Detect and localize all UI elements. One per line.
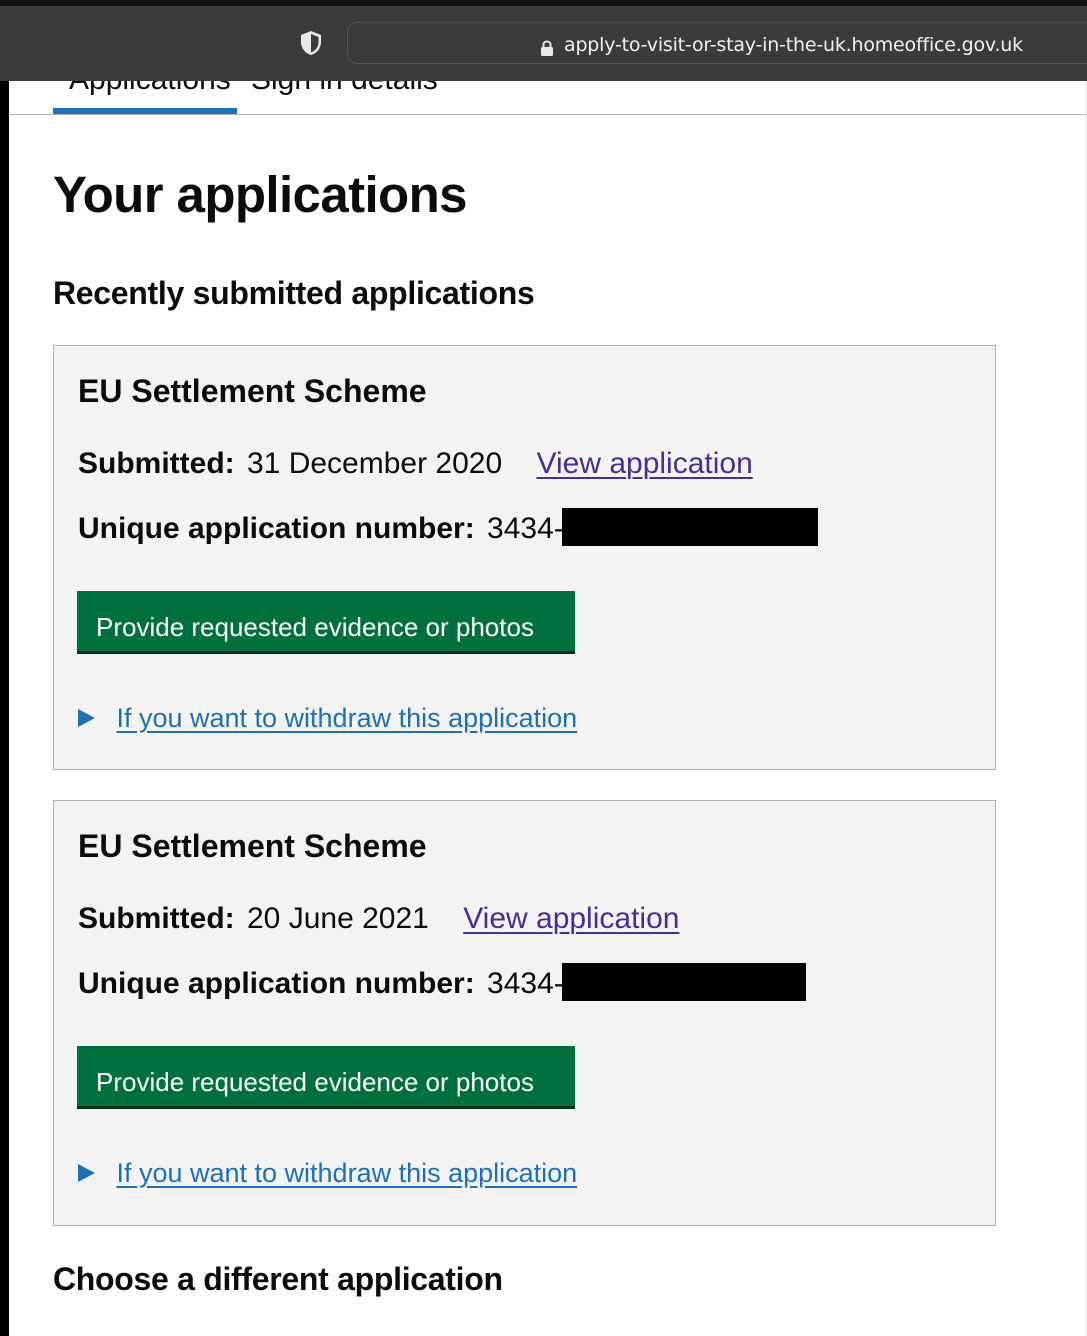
- view-application-link[interactable]: View application: [463, 902, 679, 935]
- account-tabs: Applications Sign in details: [9, 81, 1087, 115]
- redaction-block: [561, 508, 818, 546]
- browser-toolbar: apply-to-visit-or-stay-in-the-uk.homeoff…: [0, 0, 1087, 81]
- choose-application-heading: Choose a different application: [53, 1261, 503, 1297]
- provide-evidence-button[interactable]: Provide requested evidence or photos: [77, 1046, 575, 1106]
- application-title: EU Settlement Scheme: [78, 828, 427, 864]
- page-title: Your applications: [53, 166, 468, 223]
- shield-icon[interactable]: [300, 30, 322, 56]
- withdraw-application-link[interactable]: If you want to withdraw this application: [116, 1158, 577, 1188]
- uan-value: 3434-: [487, 967, 564, 1000]
- application-title: EU Settlement Scheme: [78, 373, 427, 409]
- submitted-label: Submitted:: [78, 902, 235, 935]
- redaction-block: [561, 963, 806, 1001]
- uan-value: 3434-: [487, 512, 564, 545]
- recent-applications-heading: Recently submitted applications: [53, 275, 535, 311]
- uan-label: Unique application number:: [78, 967, 475, 1000]
- submitted-row: Submitted: 20 June 2021 View application: [78, 902, 679, 936]
- application-card: EU Settlement Scheme Submitted: 31 Decem…: [53, 345, 996, 770]
- submitted-label: Submitted:: [78, 447, 235, 480]
- submitted-row: Submitted: 31 December 2020 View applica…: [78, 447, 753, 481]
- provide-evidence-button[interactable]: Provide requested evidence or photos: [77, 591, 575, 651]
- uan-label: Unique application number:: [78, 512, 475, 545]
- withdraw-application-link[interactable]: If you want to withdraw this application: [116, 703, 577, 733]
- submitted-date: 31 December 2020: [247, 447, 503, 480]
- caret-right-icon[interactable]: [78, 709, 95, 727]
- withdraw-details[interactable]: If you want to withdraw this application: [78, 703, 577, 734]
- lock-icon: [541, 40, 553, 56]
- address-bar-url: apply-to-visit-or-stay-in-the-uk.homeoff…: [564, 34, 1023, 56]
- caret-right-icon[interactable]: [78, 1164, 95, 1182]
- submitted-date: 20 June 2021: [247, 902, 429, 935]
- tab-sign-in-details[interactable]: Sign in details: [251, 81, 438, 97]
- tab-applications[interactable]: Applications: [69, 81, 231, 97]
- unique-application-number-row: Unique application number: 3434-: [78, 963, 806, 1001]
- page-content: Applications Sign in details Your applic…: [9, 81, 1087, 1336]
- application-card: EU Settlement Scheme Submitted: 20 June …: [53, 800, 996, 1226]
- unique-application-number-row: Unique application number: 3434-: [78, 508, 818, 546]
- view-application-link[interactable]: View application: [537, 447, 753, 480]
- active-tab-indicator: [53, 108, 237, 114]
- withdraw-details[interactable]: If you want to withdraw this application: [78, 1158, 577, 1189]
